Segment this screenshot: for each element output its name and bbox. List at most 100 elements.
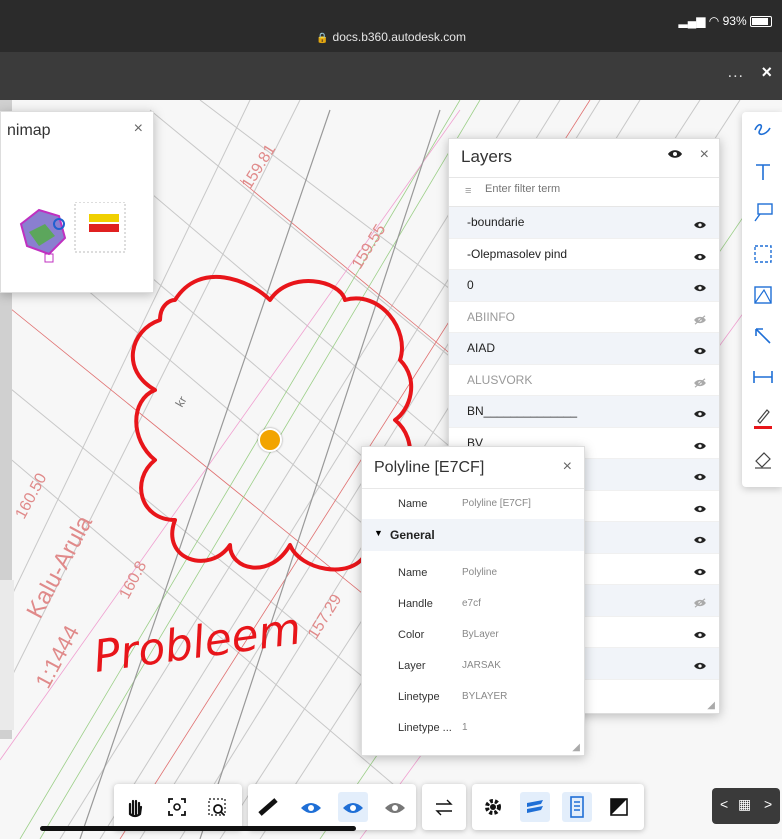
- arrow-icon[interactable]: [750, 323, 776, 349]
- camera-orbit-icon[interactable]: [296, 792, 326, 822]
- property-key: Name: [398, 567, 428, 579]
- minimap-title: nimap: [7, 122, 51, 139]
- layer-row[interactable]: 0: [449, 270, 719, 302]
- layers-close-button[interactable]: ×: [700, 146, 709, 164]
- property-value: 1: [462, 722, 468, 733]
- sheets-icon[interactable]: [604, 792, 634, 822]
- resize-handle-icon[interactable]: ◢: [707, 700, 715, 711]
- minimap-close-button[interactable]: ×: [134, 120, 143, 138]
- compare-icon[interactable]: [429, 792, 459, 822]
- wifi-icon: ◠: [708, 14, 720, 28]
- layer-row[interactable]: -boundarie: [449, 207, 719, 239]
- fit-icon[interactable]: [162, 792, 192, 822]
- compare-tools: [422, 784, 466, 830]
- parcel-label: 1:1444: [30, 621, 84, 692]
- eye-off-icon[interactable]: [693, 595, 707, 613]
- text-icon[interactable]: [750, 159, 776, 185]
- settings-icon[interactable]: [478, 792, 508, 822]
- property-key: Linetype ...: [398, 722, 452, 734]
- layer-row[interactable]: AIAD: [449, 333, 719, 365]
- properties-close-button[interactable]: ×: [563, 458, 572, 476]
- battery-icon: [750, 16, 772, 28]
- callout-icon[interactable]: [750, 200, 776, 226]
- sheet-pager: < ▦ >: [712, 788, 780, 824]
- property-row: Handle e7cf: [362, 589, 584, 619]
- property-row: Linetype BYLAYER: [362, 682, 584, 712]
- polygon-icon[interactable]: [750, 282, 776, 308]
- signal-icon: ▂▄▆: [678, 14, 706, 28]
- layer-row[interactable]: ABIINFO: [449, 302, 719, 333]
- layer-row[interactable]: -Olepmasolev pind: [449, 239, 719, 270]
- property-value: Polyline [E7CF]: [462, 498, 531, 509]
- zoom-window-icon[interactable]: [204, 792, 234, 822]
- filter-icon: ≡: [465, 185, 472, 197]
- layer-row[interactable]: BN______________: [449, 396, 719, 428]
- eye-icon[interactable]: [693, 438, 707, 456]
- eye-icon[interactable]: [693, 501, 707, 519]
- next-sheet-button[interactable]: >: [764, 796, 772, 812]
- layers-panel-title: Layers: [461, 147, 513, 166]
- battery-percent: 93%: [722, 14, 747, 28]
- system-indicators: ▂▄▆ ◠ 93%: [678, 14, 772, 28]
- eye-icon[interactable]: [693, 249, 707, 267]
- layer-name: ALUSVORK: [467, 372, 533, 387]
- home-indicator[interactable]: [40, 826, 356, 831]
- property-row: Layer JARSAK: [362, 651, 584, 681]
- eye-icon[interactable]: [693, 343, 707, 361]
- property-row: Linetype ... 1: [362, 713, 584, 743]
- freehand-icon[interactable]: [750, 118, 776, 144]
- eye-icon[interactable]: [693, 469, 707, 487]
- measure-camera-tools: [248, 784, 416, 830]
- eye-icon[interactable]: [693, 406, 707, 424]
- cloud-icon[interactable]: [750, 241, 776, 267]
- layer-filter-input[interactable]: [483, 182, 687, 196]
- eye-off-icon[interactable]: [693, 312, 707, 330]
- previous-sheet-button[interactable]: <: [720, 796, 728, 812]
- camera-look-icon[interactable]: [338, 792, 368, 822]
- layers-filter: ≡: [449, 177, 719, 207]
- property-value: BYLAYER: [462, 691, 508, 702]
- url-text: docs.b360.autodesk.com: [332, 30, 466, 44]
- property-key: Layer: [398, 660, 426, 672]
- layer-row[interactable]: ALUSVORK: [449, 365, 719, 396]
- pen-color-icon[interactable]: [750, 405, 776, 431]
- selected-markup-handle[interactable]: [258, 428, 282, 452]
- section-label: General: [390, 528, 435, 542]
- property-row: Name Polyline: [362, 558, 584, 588]
- elevation-label-5: 157.29: [305, 592, 345, 643]
- eye-icon[interactable]: [693, 217, 707, 235]
- layer-name: 0: [467, 278, 474, 292]
- eye-icon[interactable]: [693, 564, 707, 582]
- layer-name: -boundarie: [467, 215, 525, 229]
- eye-icon[interactable]: [693, 280, 707, 298]
- property-key: Linetype: [398, 691, 440, 703]
- url-bar[interactable]: 🔒 docs.b360.autodesk.com: [0, 30, 782, 44]
- layer-name: ABIINFO: [467, 309, 516, 324]
- measure-icon[interactable]: [254, 792, 284, 822]
- more-menu-button[interactable]: ...: [728, 64, 744, 82]
- dimension-icon[interactable]: [750, 364, 776, 390]
- properties-panel: Polyline [E7CF] × Name Polyline [E7CF] ▼…: [361, 446, 585, 756]
- eye-icon[interactable]: [693, 627, 707, 645]
- camera-walk-icon[interactable]: [380, 792, 410, 822]
- pan-icon[interactable]: [120, 792, 150, 822]
- minimap-thumbnail[interactable]: [15, 202, 133, 264]
- close-viewer-button[interactable]: ×: [761, 62, 772, 83]
- properties-icon[interactable]: [562, 792, 592, 822]
- eye-off-icon[interactable]: [693, 375, 707, 393]
- layer-name: BN______________: [467, 404, 578, 418]
- elevation-label-3: 160.50: [13, 471, 51, 522]
- eye-icon[interactable]: [693, 658, 707, 676]
- property-key: Color: [398, 629, 425, 641]
- handwritten-markup-text[interactable]: Probleem: [90, 603, 304, 683]
- navigation-tools: [114, 784, 242, 830]
- layers-icon[interactable]: [520, 792, 550, 822]
- eye-icon[interactable]: [693, 532, 707, 550]
- eye-icon[interactable]: [667, 147, 683, 165]
- eraser-icon[interactable]: [750, 446, 776, 472]
- general-section-header[interactable]: ▼ General: [362, 519, 584, 551]
- layer-name: AIAD: [467, 341, 496, 355]
- sheet-grid-button[interactable]: ▦: [738, 796, 751, 813]
- viewer-app-bar: ... ×: [0, 52, 782, 100]
- resize-handle-icon[interactable]: ◢: [572, 742, 580, 753]
